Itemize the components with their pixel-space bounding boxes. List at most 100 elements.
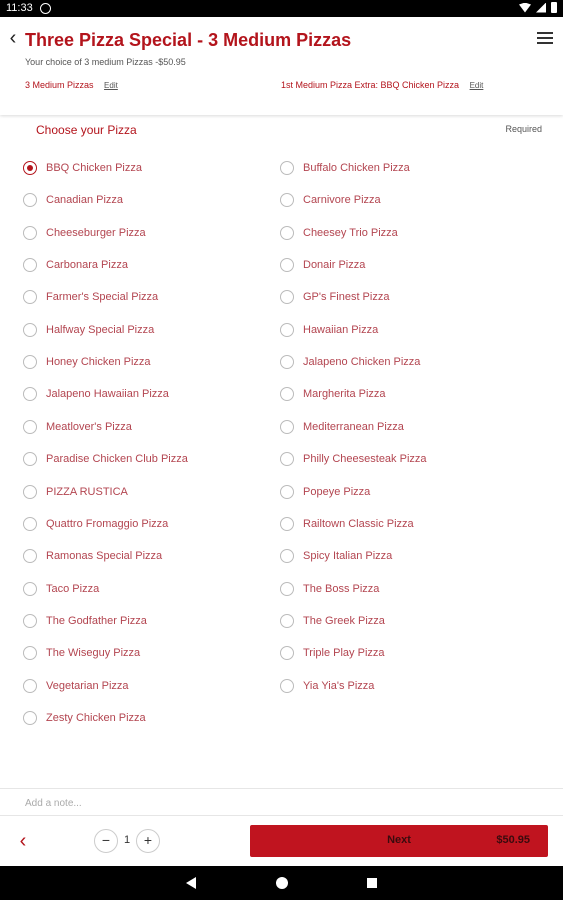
pizza-option[interactable]: Popeye Pizza bbox=[280, 476, 370, 508]
radio-button[interactable] bbox=[23, 355, 37, 369]
radio-button[interactable] bbox=[23, 420, 37, 434]
pizza-option[interactable]: Mediterranean Pizza bbox=[280, 411, 404, 443]
pizza-option[interactable]: Philly Cheesesteak Pizza bbox=[280, 443, 427, 475]
pizza-option[interactable]: Buffalo Chicken Pizza bbox=[280, 152, 410, 184]
pizza-option[interactable]: Railtown Classic Pizza bbox=[280, 508, 414, 540]
pizza-option[interactable]: Quattro Fromaggio Pizza bbox=[23, 508, 168, 540]
pizza-option[interactable]: Canadian Pizza bbox=[23, 184, 123, 216]
pizza-option[interactable]: The Boss Pizza bbox=[280, 573, 379, 605]
radio-button[interactable] bbox=[280, 226, 294, 240]
pizza-option-label: PIZZA RUSTICA bbox=[46, 486, 128, 498]
radio-button[interactable] bbox=[23, 582, 37, 596]
edit-link[interactable]: Edit bbox=[104, 81, 118, 90]
pizza-option[interactable]: The Wiseguy Pizza bbox=[23, 637, 140, 669]
radio-button[interactable] bbox=[23, 226, 37, 240]
radio-button[interactable] bbox=[280, 323, 294, 337]
pizza-option-label: Triple Play Pizza bbox=[303, 647, 385, 659]
chevron-left-icon: ‹ bbox=[9, 27, 17, 49]
pizza-option[interactable]: Cheeseburger Pizza bbox=[23, 217, 146, 249]
radio-button[interactable] bbox=[23, 258, 37, 272]
pizza-option[interactable]: GP's Finest Pizza bbox=[280, 281, 389, 313]
quantity-plus-button[interactable]: + bbox=[136, 829, 160, 853]
edit-link[interactable]: Edit bbox=[470, 81, 484, 90]
radio-button[interactable] bbox=[280, 193, 294, 207]
radio-button[interactable] bbox=[280, 614, 294, 628]
radio-button[interactable] bbox=[23, 193, 37, 207]
radio-button[interactable] bbox=[23, 517, 37, 531]
pizza-option[interactable]: Taco Pizza bbox=[23, 573, 99, 605]
pizza-option[interactable]: Jalapeno Hawaiian Pizza bbox=[23, 378, 169, 410]
pizza-option[interactable]: Carbonara Pizza bbox=[23, 249, 128, 281]
radio-button[interactable] bbox=[280, 679, 294, 693]
pizza-option[interactable]: Donair Pizza bbox=[280, 249, 365, 281]
radio-button[interactable] bbox=[23, 711, 37, 725]
radio-button[interactable] bbox=[280, 517, 294, 531]
pizza-option-label: BBQ Chicken Pizza bbox=[46, 162, 142, 174]
pizza-option-label: Ramonas Special Pizza bbox=[46, 550, 163, 562]
menu-button[interactable] bbox=[537, 32, 553, 46]
pizza-option[interactable]: The Godfather Pizza bbox=[23, 605, 147, 637]
pizza-option-label: Honey Chicken Pizza bbox=[46, 356, 151, 368]
pizza-option[interactable]: PIZZA RUSTICA bbox=[23, 476, 128, 508]
radio-button[interactable] bbox=[23, 549, 37, 563]
radio-button[interactable] bbox=[280, 646, 294, 660]
pizza-option[interactable]: Halfway Special Pizza bbox=[23, 314, 154, 346]
pizza-option-label: Popeye Pizza bbox=[303, 486, 371, 498]
radio-button[interactable] bbox=[280, 549, 294, 563]
radio-button[interactable] bbox=[23, 387, 37, 401]
radio-button[interactable] bbox=[23, 646, 37, 660]
pizza-option[interactable]: Meatlover's Pizza bbox=[23, 411, 132, 443]
pizza-option[interactable]: Zesty Chicken Pizza bbox=[23, 702, 146, 734]
note-area bbox=[0, 788, 563, 816]
pizza-option[interactable]: Honey Chicken Pizza bbox=[23, 346, 151, 378]
pizza-option-label: GP's Finest Pizza bbox=[303, 291, 390, 303]
wifi-icon bbox=[519, 2, 531, 13]
pizza-option[interactable]: Jalapeno Chicken Pizza bbox=[280, 346, 420, 378]
battery-icon bbox=[551, 2, 557, 13]
pizza-option[interactable]: Vegetarian Pizza bbox=[23, 670, 129, 702]
radio-button[interactable] bbox=[23, 161, 37, 175]
radio-button[interactable] bbox=[280, 485, 294, 499]
radio-button[interactable] bbox=[280, 420, 294, 434]
square-recent-icon[interactable] bbox=[367, 878, 377, 888]
radio-button[interactable] bbox=[280, 355, 294, 369]
triangle-back-icon[interactable] bbox=[186, 877, 196, 889]
radio-button[interactable] bbox=[280, 582, 294, 596]
circle-home-icon[interactable] bbox=[276, 877, 288, 889]
next-button[interactable]: Next $50.95 bbox=[250, 825, 548, 857]
pizza-option-label: The Boss Pizza bbox=[303, 583, 380, 595]
pizza-option[interactable]: Triple Play Pizza bbox=[280, 637, 385, 669]
selection-summary: 3 Medium Pizzas Edit bbox=[25, 80, 118, 90]
radio-button[interactable] bbox=[280, 161, 294, 175]
radio-button[interactable] bbox=[280, 290, 294, 304]
pizza-option[interactable]: Farmer's Special Pizza bbox=[23, 281, 158, 313]
radio-button[interactable] bbox=[23, 323, 37, 337]
pizza-option[interactable]: Hawaiian Pizza bbox=[280, 314, 378, 346]
radio-button[interactable] bbox=[23, 290, 37, 304]
pizza-option[interactable]: BBQ Chicken Pizza bbox=[23, 152, 142, 184]
pizza-option-label: Buffalo Chicken Pizza bbox=[303, 162, 410, 174]
pizza-option[interactable]: Ramonas Special Pizza bbox=[23, 540, 162, 572]
radio-button[interactable] bbox=[23, 679, 37, 693]
pizza-option[interactable]: Carnivore Pizza bbox=[280, 184, 381, 216]
pizza-option[interactable]: Cheesey Trio Pizza bbox=[280, 217, 398, 249]
pizza-option-label: Farmer's Special Pizza bbox=[46, 291, 159, 303]
pizza-option[interactable]: Yia Yia's Pizza bbox=[280, 670, 374, 702]
radio-button[interactable] bbox=[280, 258, 294, 272]
pizza-option[interactable]: Margherita Pizza bbox=[280, 378, 386, 410]
radio-button[interactable] bbox=[280, 387, 294, 401]
footer-back-button[interactable]: ‹ bbox=[15, 830, 31, 852]
radio-button[interactable] bbox=[280, 452, 294, 466]
pizza-option-label: The Godfather Pizza bbox=[46, 615, 147, 627]
pizza-option[interactable]: Paradise Chicken Club Pizza bbox=[23, 443, 188, 475]
radio-button[interactable] bbox=[23, 485, 37, 499]
back-button[interactable]: ‹ bbox=[4, 27, 22, 49]
pizza-option[interactable]: The Greek Pizza bbox=[280, 605, 385, 637]
radio-button[interactable] bbox=[23, 614, 37, 628]
pizza-option-label: Yia Yia's Pizza bbox=[303, 680, 375, 692]
note-input[interactable] bbox=[25, 795, 545, 811]
quantity-minus-button[interactable]: − bbox=[94, 829, 118, 853]
pizza-option[interactable]: Spicy Italian Pizza bbox=[280, 540, 392, 572]
radio-button[interactable] bbox=[23, 452, 37, 466]
pizza-option-label: Jalapeno Hawaiian Pizza bbox=[46, 388, 169, 400]
